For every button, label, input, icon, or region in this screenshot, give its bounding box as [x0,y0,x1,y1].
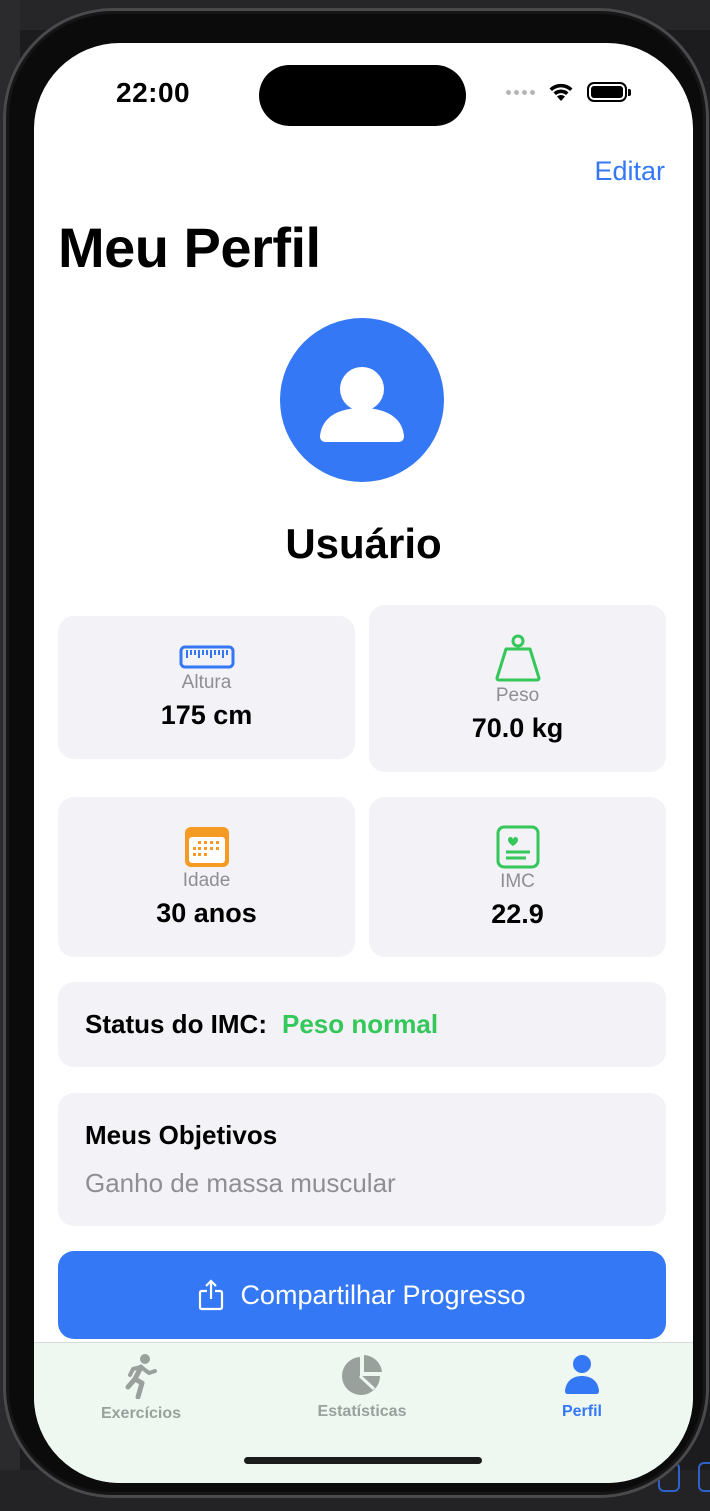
page-title: Meu Perfil [58,216,321,279]
weight-label: Peso [495,685,540,706]
share-icon [199,1279,224,1311]
battery-icon [587,82,631,102]
height-card: Altura 175 cm [58,616,355,759]
wifi-icon [549,83,573,101]
tab-perfil[interactable]: Perfil [502,1353,662,1421]
age-value: 30 anos [156,897,257,928]
cellular-signal-icon [506,89,535,95]
goals-card: Meus Objetivos Ganho de massa muscular [58,1093,666,1226]
height-label: Altura [181,672,232,693]
share-progress-button[interactable]: Compartilhar Progresso [58,1251,666,1339]
scale-weight-icon [495,634,540,682]
phone-screen: 22:00 Editar Meu Perfil Usuário Altura 1… [34,43,693,1483]
weight-card: Peso 70.0 kg [369,605,666,772]
share-progress-label: Compartilhar Progresso [240,1279,526,1310]
bmi-label: IMC [500,870,535,892]
health-card-icon [496,825,539,868]
bmi-status-label: Status do IMC: [85,1009,267,1039]
running-figure-icon [125,1354,157,1399]
tab-exercicios[interactable]: Exercícios [61,1353,221,1423]
bmi-card: IMC 22.9 [369,797,666,957]
tab-perfil-label: Perfil [561,1403,602,1420]
person-icon [565,1355,599,1394]
ruler-icon [179,645,234,669]
calendar-icon [184,826,229,867]
goals-text: Ganho de massa muscular [85,1168,396,1198]
height-value: 175 cm [160,700,253,730]
bmi-status-value: Peso normal [282,1009,439,1039]
tab-estatisticas[interactable]: Estatísticas [282,1353,442,1421]
person-circle-icon [320,367,404,442]
status-indicators [506,81,631,103]
age-label: Idade [182,869,231,891]
tab-exercicios-label: Exercícios [100,1405,182,1422]
age-card: Idade 30 anos [58,797,355,957]
user-name: Usuário [285,520,442,567]
bmi-value: 22.9 [491,898,544,929]
home-indicator[interactable] [244,1457,482,1464]
status-time: 22:00 [116,77,191,108]
avatar[interactable] [280,318,444,482]
pie-chart-icon [342,1355,382,1395]
dynamic-island [259,65,466,126]
goals-title: Meus Objetivos [85,1120,278,1150]
edit-button[interactable]: Editar [594,156,665,187]
weight-value: 70.0 kg [471,713,564,743]
device-frame: 22:00 Editar Meu Perfil Usuário Altura 1… [3,8,709,1498]
tab-estatisticas-label: Estatísticas [317,1403,407,1420]
simulator-tool-button[interactable] [698,1462,710,1492]
bmi-status-card: Status do IMC: Peso normal [58,982,666,1067]
